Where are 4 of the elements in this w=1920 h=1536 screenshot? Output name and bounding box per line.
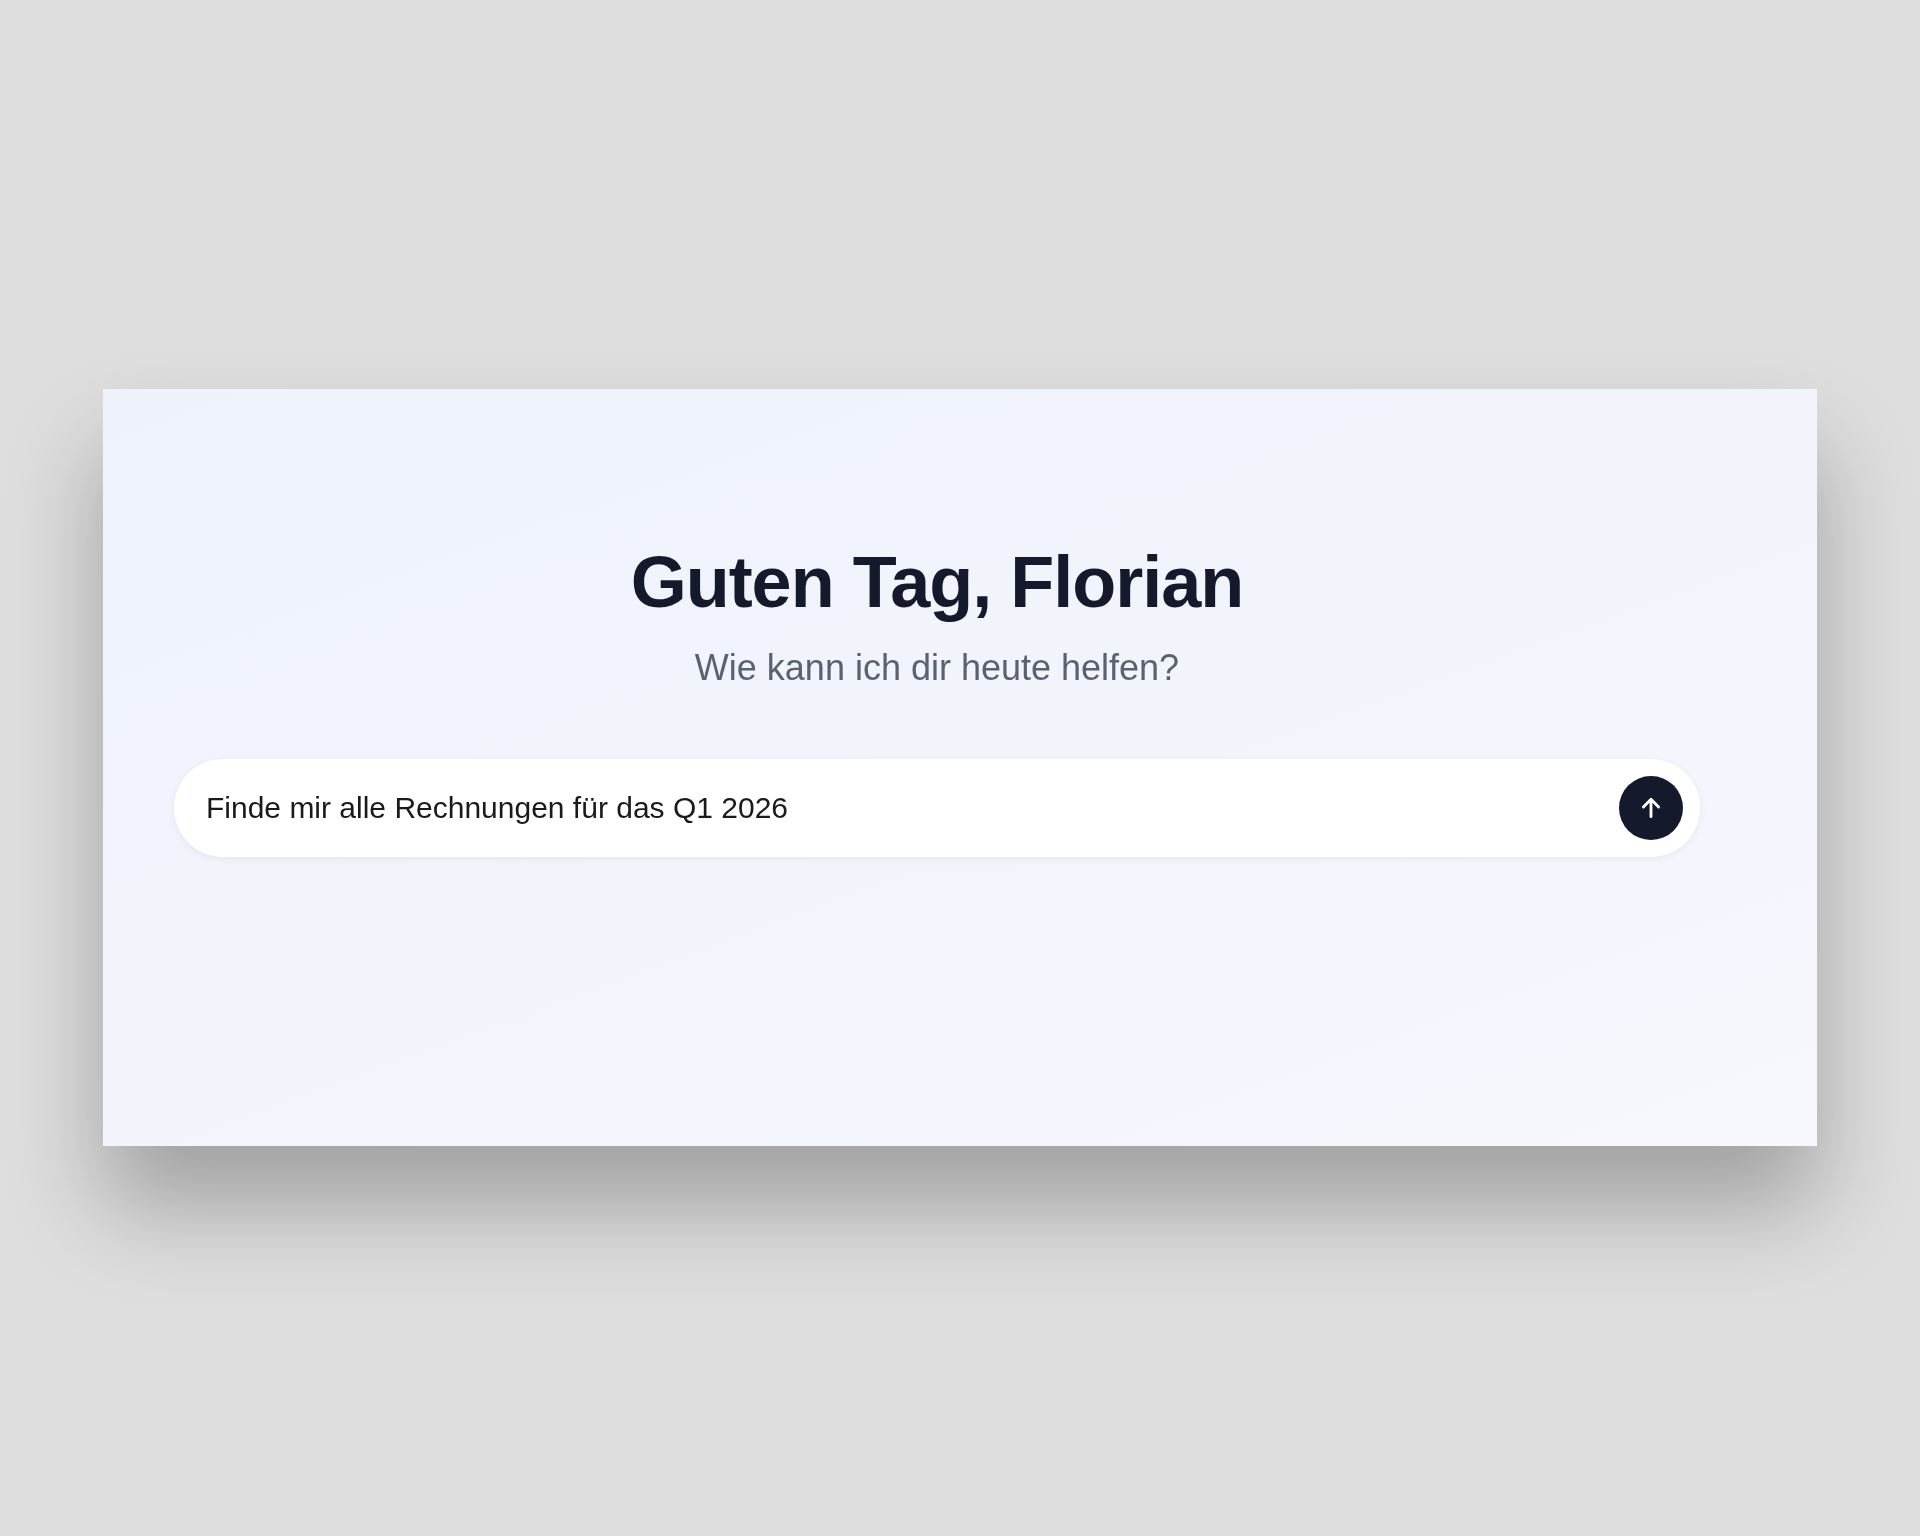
greeting-title: Guten Tag, Florian — [630, 541, 1244, 624]
greeting-subtitle: Wie kann ich dir heute helfen? — [694, 646, 1180, 691]
prompt-field[interactable]: Finde mir alle Rechnungen für das Q1 2026 — [174, 759, 1700, 858]
prompt-input[interactable]: Finde mir alle Rechnungen für das Q1 2026 — [206, 791, 1619, 826]
